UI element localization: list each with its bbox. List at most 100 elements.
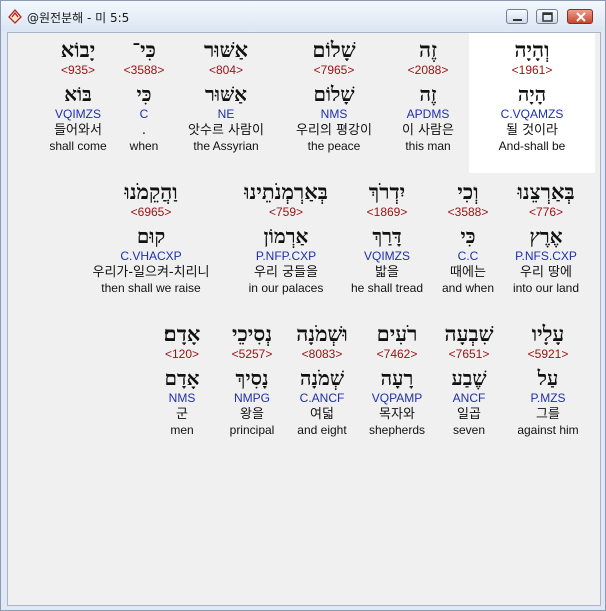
hebrew-word: יָבוֹא (60, 37, 96, 62)
lemma-word: בּוֹא (64, 82, 92, 106)
korean-gloss: 여덟 (310, 407, 334, 422)
hebrew-word: בְּאַרְצֵנוּ (517, 179, 575, 204)
strong-number[interactable]: <120> (150, 347, 214, 361)
hebrew-word: שָׁלוֹם (312, 37, 356, 62)
morphology-code: P.NFS.CXP (515, 249, 577, 263)
strong-number[interactable]: <3588> (116, 63, 172, 77)
word-cell[interactable]: כִּי־ <3588> כִּי C . when (116, 37, 172, 154)
word-cell[interactable]: עָלָיו <5921> עַל P.MZS 그를 against him (510, 321, 586, 438)
english-gloss: when (129, 139, 159, 153)
korean-gloss: 때에는 (450, 265, 486, 280)
english-gloss: seven (452, 423, 486, 437)
strong-number[interactable]: <804> (178, 63, 274, 77)
morphology-code: VQPAMP (371, 391, 423, 405)
morphology-code: NE (217, 107, 235, 121)
english-gloss: in our palaces (248, 281, 324, 295)
morphology-code: VQIMZS (363, 249, 410, 263)
app-window: @원전분해 - 미 5:5 יָבוֹא <935> בּוֹא VQIMZS … (0, 0, 606, 611)
word-cell[interactable]: אָדָם׃ <120> אָדָם NMS 군 men (150, 321, 214, 438)
lemma-word: רָעָה (380, 366, 414, 390)
korean-gloss: . (141, 123, 147, 138)
maximize-button[interactable] (536, 9, 558, 24)
english-gloss: this man (405, 139, 451, 153)
strong-number[interactable]: <5921> (510, 347, 586, 361)
word-cell[interactable]: שָׁלוֹם <7965> שָׁלוֹם NMS 우리의 평강이 the p… (284, 37, 384, 154)
word-cell[interactable]: בְּאַרְמְנֹתֵינוּ <759> אַרְמוֹן P.NFP.C… (236, 179, 336, 296)
hebrew-word: שִׁבְעָה (444, 321, 494, 346)
english-gloss: against him (517, 423, 579, 437)
english-gloss: the Assyrian (193, 139, 259, 153)
word-cell[interactable]: אַשּׁוּר <804> אַשּׁוּר NE 앗수르 사람이 the A… (178, 37, 274, 154)
close-icon (576, 12, 586, 22)
strong-number[interactable]: <2088> (392, 63, 464, 77)
word-cell[interactable]: וּשְׁמֹנָה <8083> שְׁמֹנָה C.ANCF 여덟 and… (288, 321, 356, 438)
minimize-button[interactable] (506, 9, 528, 24)
minimize-icon (513, 19, 522, 21)
word-cell[interactable]: רֹעִים <7462> רָעָה VQPAMP 목자와 shepherds (362, 321, 432, 438)
korean-gloss: 들어와서 (54, 123, 102, 138)
english-gloss: principal (229, 423, 275, 437)
korean-gloss: 목자와 (379, 407, 415, 422)
strong-number[interactable]: <776> (506, 205, 586, 219)
close-button[interactable] (567, 9, 593, 24)
english-gloss: men (170, 423, 194, 437)
hebrew-word: וּשְׁמֹנָה (296, 321, 348, 346)
english-gloss: into our land (512, 281, 580, 295)
hebrew-word: וְהָיָה (514, 37, 550, 62)
english-gloss: And-shall be (498, 139, 566, 153)
strong-number[interactable]: <7651> (436, 347, 502, 361)
hebrew-word: רֹעִים (376, 321, 418, 346)
lemma-word: אֶרֶץ (529, 224, 563, 248)
morphology-code: VQIMZS (54, 107, 101, 121)
word-cell[interactable]: וַהֲקֵמֹנוּ <6965> קוּם C.VHACXP 우리가-일으켜… (72, 179, 230, 296)
hebrew-word: וְכִי (457, 179, 479, 204)
window-title: @원전분해 - 미 5:5 (27, 11, 130, 25)
strong-number[interactable]: <7965> (284, 63, 384, 77)
hebrew-word: אַשּׁוּר (203, 37, 249, 62)
strong-number[interactable]: <3588> (436, 205, 500, 219)
lemma-word: שֶׁבַע (451, 366, 487, 390)
hebrew-word: כִּי־ (132, 37, 156, 62)
morphology-code: NMPG (234, 391, 270, 405)
korean-gloss: 그를 (536, 407, 560, 422)
verse-analysis-panel: יָבוֹא <935> בּוֹא VQIMZS 들어와서 shall com… (7, 32, 601, 606)
strong-number[interactable]: <6965> (72, 205, 230, 219)
word-cell[interactable]: שִׁבְעָה <7651> שֶׁבַע ANCF 일곱 seven (436, 321, 502, 438)
word-cell[interactable]: נְסִיכֵי <5257> נָסִיךְ NMPG 왕을 principa… (220, 321, 284, 438)
morphology-code: NMS (168, 391, 196, 405)
lemma-word: אַשּׁוּר (205, 82, 247, 106)
korean-gloss: 우리 궁들을 (254, 265, 318, 280)
strong-number[interactable]: <8083> (288, 347, 356, 361)
title-bar[interactable]: @원전분해 - 미 5:5 (1, 1, 605, 31)
strong-number[interactable]: <1961> (474, 63, 590, 77)
korean-gloss: 일곱 (457, 407, 481, 422)
word-cell[interactable]: יָבוֹא <935> בּוֹא VQIMZS 들어와서 shall com… (48, 37, 108, 154)
lemma-word: עַל (537, 366, 559, 390)
korean-gloss: 될 것이라 (506, 123, 558, 138)
strong-number[interactable]: <759> (236, 205, 336, 219)
morphology-code: P.MZS (530, 391, 566, 405)
lemma-word: דָּרַךְ (372, 224, 402, 248)
english-gloss: shepherds (368, 423, 426, 437)
english-gloss: then shall we raise (101, 281, 201, 295)
hebrew-word: אָדָם׃ (163, 321, 201, 346)
korean-gloss: 앗수르 사람이 (188, 123, 264, 138)
word-cell[interactable]: זֶה <2088> זֶה APDMS 이 사람은 this man (392, 37, 464, 154)
korean-gloss: 밟을 (375, 265, 399, 280)
word-cell[interactable]: יִדְרֹךְ <1869> דָּרַךְ VQIMZS 밟을 he sha… (344, 179, 430, 296)
korean-gloss: 왕을 (240, 407, 264, 422)
strong-number[interactable]: <935> (48, 63, 108, 77)
lemma-word: שָׁלוֹם (313, 82, 355, 106)
korean-gloss: 이 사람은 (402, 123, 454, 138)
lemma-word: אַרְמוֹן (263, 224, 309, 248)
strong-number[interactable]: <1869> (344, 205, 430, 219)
word-cell[interactable]: בְּאַרְצֵנוּ <776> אֶרֶץ P.NFS.CXP 우리 땅에… (506, 179, 586, 296)
hebrew-word: עָלָיו (531, 321, 565, 346)
strong-number[interactable]: <5257> (220, 347, 284, 361)
word-cell[interactable]: וְכִי <3588> כִּי C.C 때에는 and when (436, 179, 500, 296)
lemma-word: שְׁמֹנָה (299, 366, 345, 390)
word-cell-selected[interactable]: וְהָיָה <1961> הָיָה C.VQAMZS 될 것이라 And-… (474, 37, 590, 154)
strong-number[interactable]: <7462> (362, 347, 432, 361)
lemma-word: נָסִיךְ (235, 366, 269, 390)
hebrew-word: נְסִיכֵי (231, 321, 273, 346)
